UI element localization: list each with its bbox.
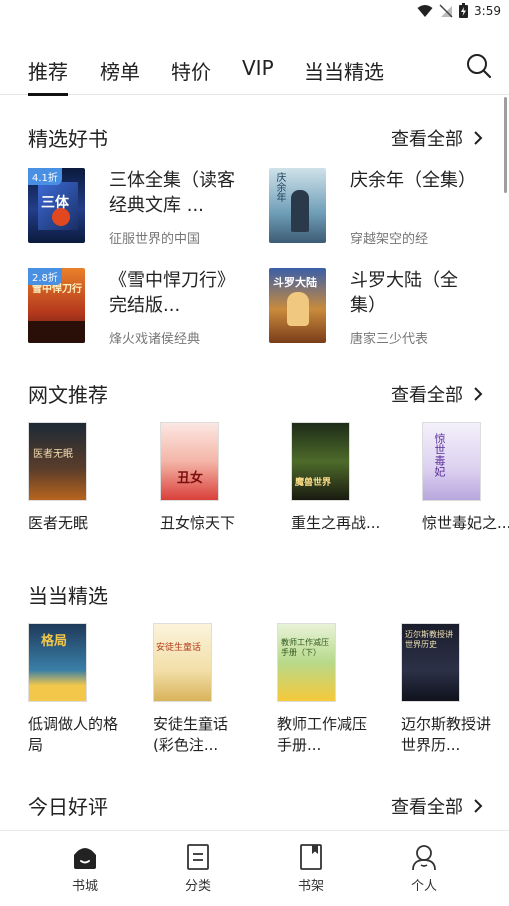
dangdang-book[interactable]: 格局 低调做人的格局 xyxy=(28,623,128,756)
no-signal-icon xyxy=(439,3,453,18)
battery-charging-icon xyxy=(459,3,469,18)
web-novel-book[interactable]: 医者无眠 医者无眠 xyxy=(28,422,128,534)
tab-rankings[interactable]: 榜单 xyxy=(100,56,140,85)
nav-label: 书城 xyxy=(71,879,98,894)
wifi-icon xyxy=(417,4,433,17)
nav-categories[interactable]: 分类 xyxy=(163,843,233,894)
chevron-right-icon xyxy=(474,799,483,813)
bookshelf-icon xyxy=(300,844,322,870)
bottom-nav: 书城 分类 书架 个人 xyxy=(0,830,509,906)
cover-text: 迈尔斯教授讲世界历史 xyxy=(405,630,453,649)
book-cover: 斗罗大陆 xyxy=(269,268,326,343)
web-novel-book[interactable]: 丑女 丑女惊天下 xyxy=(160,422,260,534)
featured-book-card[interactable]: 庆余年 庆余年（全集） 穿越架空的经 xyxy=(269,168,489,248)
book-title: 《雪中悍刀行》完结版... xyxy=(109,270,235,316)
nav-profile[interactable]: 个人 xyxy=(389,843,459,894)
book-cover: 安徒生童话 xyxy=(153,623,212,702)
book-description: 烽火戏诸侯经典 xyxy=(109,332,201,344)
book-title: 医者无眠 xyxy=(28,514,89,532)
book-title: 惊世毒妃之... xyxy=(422,514,509,532)
book-title: 三体全集（读客经典文库 ... xyxy=(109,170,235,216)
featured-book-card[interactable]: 雪中悍刀行 2.8折 《雪中悍刀行》完结版... 烽火戏诸侯经典 xyxy=(28,268,248,348)
cover-text: 医者无眠 xyxy=(33,449,73,460)
dangdang-book[interactable]: 教师工作减压手册（下） 教师工作减压手册... xyxy=(277,623,377,756)
featured-see-all-link[interactable]: 查看全部 xyxy=(391,125,483,151)
book-title: 教师工作减压手册... xyxy=(277,715,368,754)
profile-icon xyxy=(412,845,436,871)
cover-text: 庆余年 xyxy=(274,172,285,202)
discount-badge: 4.1折 xyxy=(28,168,62,185)
nav-label: 个人 xyxy=(410,879,437,894)
book-cover: 魔兽世界 xyxy=(291,422,350,501)
book-description: 征服世界的中国 xyxy=(109,232,201,244)
nav-bookstore[interactable]: 书城 xyxy=(50,843,120,894)
book-cover: 庆余年 xyxy=(269,168,326,243)
book-cover: 惊世毒妃 xyxy=(422,422,481,501)
section-title-dangdang: 当当精选 xyxy=(28,584,108,608)
cover-text: 丑女 xyxy=(177,471,204,486)
section-title-today-reviews: 今日好评 xyxy=(28,795,108,819)
book-cover: 迈尔斯教授讲世界历史 xyxy=(401,623,460,702)
chevron-right-icon xyxy=(474,131,483,145)
section-title-web-novels: 网文推荐 xyxy=(28,383,108,407)
main-content[interactable]: 精选好书 查看全部 三体 4.1折 三体全集（读客经典文库 ... 征服世界的中… xyxy=(0,95,509,831)
cover-text: 教师工作减压手册（下） xyxy=(281,638,329,657)
book-cover: 格局 xyxy=(28,623,87,702)
top-tabs: 推荐 榜单 特价 VIP 当当精选 xyxy=(0,52,509,96)
tab-recommend[interactable]: 推荐 xyxy=(28,56,68,96)
nav-bookshelf[interactable]: 书架 xyxy=(276,843,346,894)
dangdang-book[interactable]: 安徒生童话 安徒生童话(彩色注... xyxy=(153,623,253,756)
today-see-all-link[interactable]: 查看全部 xyxy=(391,793,483,819)
book-cover: 医者无眠 xyxy=(28,422,87,501)
cover-text: 格局 xyxy=(41,634,68,649)
book-title: 低调做人的格局 xyxy=(28,715,119,754)
status-icons: 3:59 xyxy=(417,3,501,18)
cover-text: 三体 xyxy=(41,195,69,211)
nav-label: 书架 xyxy=(297,879,324,894)
featured-book-card[interactable]: 斗罗大陆 斗罗大陆（全集） 唐家三少代表 xyxy=(269,268,489,348)
scrollbar[interactable] xyxy=(504,97,507,193)
book-description: 穿越架空的经 xyxy=(350,232,429,244)
book-cover: 丑女 xyxy=(160,422,219,501)
cover-text: 安徒生童话 xyxy=(156,643,202,653)
cover-text: 斗罗大陆 xyxy=(273,276,317,289)
dangdang-book[interactable]: 迈尔斯教授讲世界历史 迈尔斯教授讲世界历... xyxy=(401,623,501,756)
book-cover: 教师工作减压手册（下） xyxy=(277,623,336,702)
web-novel-book[interactable]: 魔兽世界 重生之再战... xyxy=(291,422,391,534)
see-all-label: 查看全部 xyxy=(391,129,463,150)
search-icon[interactable] xyxy=(465,52,493,80)
bookstore-icon xyxy=(74,848,96,869)
book-title: 庆余年（全集） xyxy=(350,170,476,191)
status-bar: 3:59 xyxy=(0,0,509,24)
discount-badge: 2.8折 xyxy=(28,268,62,285)
nav-label: 分类 xyxy=(184,879,211,894)
see-all-label: 查看全部 xyxy=(391,797,463,818)
tab-vip[interactable]: VIP xyxy=(242,56,274,80)
book-title: 迈尔斯教授讲世界历... xyxy=(401,715,492,754)
web-novel-book[interactable]: 惊世毒妃 惊世毒妃之... xyxy=(422,422,509,534)
cover-text: 惊世毒妃 xyxy=(433,433,446,477)
chevron-right-icon xyxy=(474,387,483,401)
book-title: 斗罗大陆（全集） xyxy=(350,270,458,316)
featured-book-card[interactable]: 三体 4.1折 三体全集（读客经典文库 ... 征服世界的中国 xyxy=(28,168,248,248)
see-all-label: 查看全部 xyxy=(391,385,463,406)
tab-specials[interactable]: 特价 xyxy=(171,56,211,85)
book-title: 重生之再战... xyxy=(291,514,381,532)
cover-text: 魔兽世界 xyxy=(295,478,332,488)
book-description: 唐家三少代表 xyxy=(350,332,429,344)
status-time: 3:59 xyxy=(474,3,501,18)
tab-dangdang-selection[interactable]: 当当精选 xyxy=(304,56,384,85)
categories-icon xyxy=(187,844,209,870)
book-title: 丑女惊天下 xyxy=(160,514,236,532)
book-title: 安徒生童话(彩色注... xyxy=(153,715,229,754)
web-novels-see-all-link[interactable]: 查看全部 xyxy=(391,381,483,407)
section-title-featured: 精选好书 xyxy=(28,127,108,151)
